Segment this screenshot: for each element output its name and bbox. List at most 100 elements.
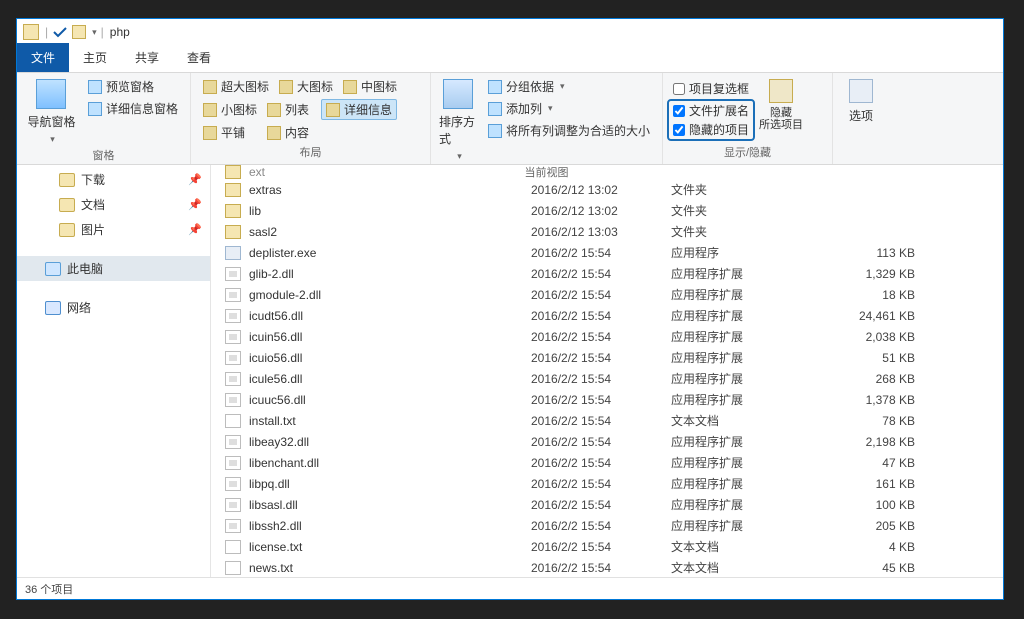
qat-dropdown-icon[interactable]: ▾ <box>92 27 97 38</box>
file-size: 268 KB <box>831 372 931 386</box>
group-by-button[interactable]: 分组依据▾ <box>484 77 654 96</box>
details-pane-button[interactable]: 详细信息窗格 <box>84 99 182 118</box>
file-type: 应用程序扩展 <box>671 328 831 345</box>
file-name: lib <box>249 204 531 218</box>
file-type: 文本文档 <box>671 412 831 429</box>
file-row[interactable]: libssh2.dll2016/2/2 15:54应用程序扩展205 KB <box>211 515 1003 536</box>
file-date: 2016/2/2 15:54 <box>531 498 671 512</box>
file-size: 161 KB <box>831 477 931 491</box>
file-size: 1,329 KB <box>831 267 931 281</box>
tab-home[interactable]: 主页 <box>69 43 121 72</box>
file-row[interactable]: news.txt2016/2/2 15:54文本文档45 KB <box>211 557 1003 577</box>
file-row[interactable]: extras2016/2/12 13:02文件夹 <box>211 179 1003 200</box>
layout-tiles[interactable]: 平铺 <box>199 123 261 142</box>
nav-this-pc[interactable]: 此电脑 <box>17 256 210 281</box>
tab-file[interactable]: 文件 <box>17 43 69 72</box>
file-name: icudt56.dll <box>249 309 531 323</box>
file-row[interactable]: libpq.dll2016/2/2 15:54应用程序扩展161 KB <box>211 473 1003 494</box>
dll-icon <box>225 267 241 281</box>
file-date: 2016/2/2 15:54 <box>531 309 671 323</box>
layout-content[interactable]: 内容 <box>263 123 313 142</box>
pin-icon: 📌 <box>188 223 202 236</box>
group-label-show: 显示/隐藏 <box>671 142 824 164</box>
txt-icon <box>225 414 241 428</box>
hidden-items-toggle[interactable]: 隐藏的项目 <box>671 120 751 139</box>
file-extensions-toggle[interactable]: 文件扩展名 <box>671 101 751 120</box>
file-type: 应用程序扩展 <box>671 286 831 303</box>
layout-xlarge[interactable]: 超大图标 <box>199 77 273 96</box>
navigation-pane: 下载📌 文档📌 图片📌 此电脑 网络 <box>17 165 211 577</box>
nav-pictures[interactable]: 图片📌 <box>17 217 210 242</box>
nav-downloads[interactable]: 下载📌 <box>17 167 210 192</box>
group-label-layout: 布局 <box>199 142 422 164</box>
file-size: 4 KB <box>831 540 931 554</box>
file-list[interactable]: extextras2016/2/12 13:02文件夹lib2016/2/12 … <box>211 165 1003 577</box>
hide-selected-button[interactable]: 隐藏所选项目 <box>757 77 805 142</box>
window-title: php <box>110 25 130 39</box>
folder-icon <box>225 225 241 239</box>
add-columns-button[interactable]: 添加列▾ <box>484 99 654 118</box>
file-row[interactable]: ext <box>211 165 1003 179</box>
file-type: 文本文档 <box>671 559 831 576</box>
file-size: 2,038 KB <box>831 330 931 344</box>
file-name: icuio56.dll <box>249 351 531 365</box>
nav-network[interactable]: 网络 <box>17 295 210 320</box>
exe-icon <box>225 246 241 260</box>
layout-small[interactable]: 小图标 <box>199 99 261 120</box>
sort-button[interactable]: 排序方式▾ <box>439 77 478 162</box>
file-row[interactable]: license.txt2016/2/2 15:54文本文档4 KB <box>211 536 1003 557</box>
file-row[interactable]: libsasl.dll2016/2/2 15:54应用程序扩展100 KB <box>211 494 1003 515</box>
file-type: 应用程序扩展 <box>671 391 831 408</box>
file-name: extras <box>249 183 531 197</box>
file-row[interactable]: sasl22016/2/12 13:03文件夹 <box>211 221 1003 242</box>
tab-share[interactable]: 共享 <box>121 43 173 72</box>
options-button[interactable]: 选项 <box>841 77 881 146</box>
file-date: 2016/2/2 15:54 <box>531 540 671 554</box>
ribbon: 导航窗格 ▾ 预览窗格 详细信息窗格 窗格 超大图标 大图标 中图标 <box>17 73 1003 165</box>
autosize-columns-button[interactable]: 将所有列调整为合适的大小 <box>484 121 654 140</box>
file-row[interactable]: deplister.exe2016/2/2 15:54应用程序113 KB <box>211 242 1003 263</box>
dll-icon <box>225 330 241 344</box>
layout-medium[interactable]: 中图标 <box>339 77 401 96</box>
file-size: 113 KB <box>831 246 931 260</box>
folder-icon <box>225 204 241 218</box>
file-row[interactable]: gmodule-2.dll2016/2/2 15:54应用程序扩展18 KB <box>211 284 1003 305</box>
file-date: 2016/2/2 15:54 <box>531 477 671 491</box>
dll-icon <box>225 519 241 533</box>
file-row[interactable]: icuio56.dll2016/2/2 15:54应用程序扩展51 KB <box>211 347 1003 368</box>
dll-icon <box>225 288 241 302</box>
file-row[interactable]: lib2016/2/12 13:02文件夹 <box>211 200 1003 221</box>
navigation-pane-button[interactable]: 导航窗格 ▾ <box>25 77 78 145</box>
nav-documents[interactable]: 文档📌 <box>17 192 210 217</box>
file-date: 2016/2/2 15:54 <box>531 246 671 260</box>
file-row[interactable]: icudt56.dll2016/2/2 15:54应用程序扩展24,461 KB <box>211 305 1003 326</box>
file-row[interactable]: install.txt2016/2/2 15:54文本文档78 KB <box>211 410 1003 431</box>
file-name: gmodule-2.dll <box>249 288 531 302</box>
file-type: 应用程序扩展 <box>671 349 831 366</box>
checkmark-icon[interactable] <box>52 26 68 38</box>
preview-pane-button[interactable]: 预览窗格 <box>84 77 182 96</box>
file-row[interactable]: glib-2.dll2016/2/2 15:54应用程序扩展1,329 KB <box>211 263 1003 284</box>
item-checkboxes-toggle[interactable]: 项目复选框 <box>671 79 751 98</box>
file-type: 应用程序扩展 <box>671 307 831 324</box>
body-area: 下载📌 文档📌 图片📌 此电脑 网络 extextras2016/2/12 13… <box>17 165 1003 577</box>
dll-icon <box>225 372 241 386</box>
file-row[interactable]: icuin56.dll2016/2/2 15:54应用程序扩展2,038 KB <box>211 326 1003 347</box>
tab-view[interactable]: 查看 <box>173 43 225 72</box>
file-row[interactable]: libeay32.dll2016/2/2 15:54应用程序扩展2,198 KB <box>211 431 1003 452</box>
group-label-pane: 窗格 <box>25 145 182 167</box>
layout-list[interactable]: 列表 <box>263 99 319 120</box>
layout-details[interactable]: 详细信息 <box>321 99 397 120</box>
dll-icon <box>225 351 241 365</box>
file-row[interactable]: icule56.dll2016/2/2 15:54应用程序扩展268 KB <box>211 368 1003 389</box>
file-size: 18 KB <box>831 288 931 302</box>
pc-icon <box>45 262 61 276</box>
status-bar: 36 个项目 <box>17 577 1003 599</box>
file-row[interactable]: libenchant.dll2016/2/2 15:54应用程序扩展47 KB <box>211 452 1003 473</box>
file-size: 2,198 KB <box>831 435 931 449</box>
folder-icon <box>225 165 241 179</box>
file-row[interactable]: icuuc56.dll2016/2/2 15:54应用程序扩展1,378 KB <box>211 389 1003 410</box>
layout-large[interactable]: 大图标 <box>275 77 337 96</box>
file-type: 文本文档 <box>671 538 831 555</box>
file-name: libssh2.dll <box>249 519 531 533</box>
